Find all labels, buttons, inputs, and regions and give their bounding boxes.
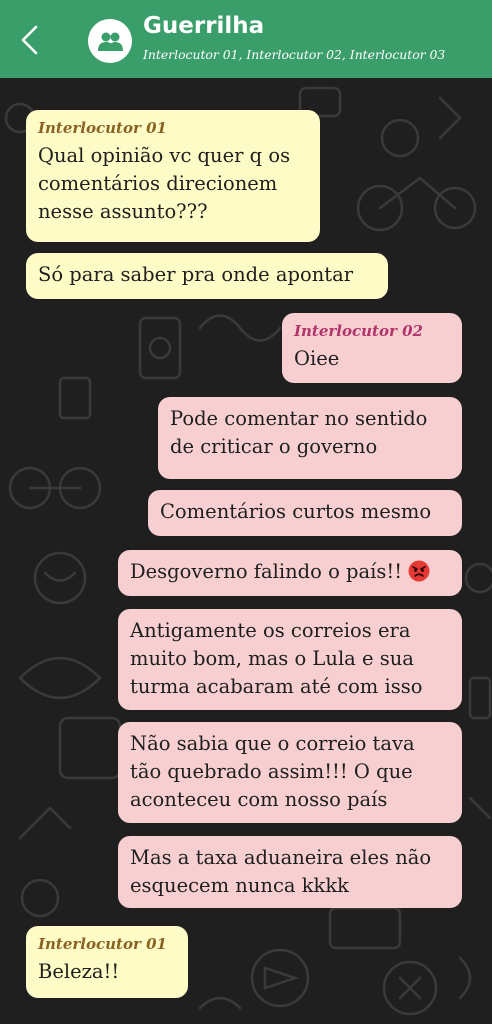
message-bubble[interactable]: Comentários curtos mesmo (148, 490, 462, 536)
back-arrow-icon[interactable] (18, 24, 42, 56)
message-bubble[interactable]: Só para saber pra onde apontar (26, 253, 388, 299)
message-text: Beleza!! (38, 960, 120, 983)
message-bubble[interactable]: Interlocutor 01 Qual opinião vc quer q o… (26, 110, 320, 242)
message-text: Oiee (294, 347, 340, 370)
message-sender: Interlocutor 01 (38, 119, 167, 137)
angry-face-emoji (408, 560, 430, 582)
message-sender: Interlocutor 02 (294, 322, 423, 340)
message-text: Comentários curtos mesmo (160, 500, 432, 523)
message-text: Desgoverno falindo o país!! (130, 560, 403, 583)
message-text: Qual opinião vc quer q os comentários di… (38, 144, 291, 223)
group-avatar[interactable] (88, 19, 132, 63)
message-bubble[interactable]: Interlocutor 02 Oiee (282, 313, 462, 383)
message-bubble[interactable]: Mas a taxa aduaneira eles não esquecem n… (118, 836, 462, 908)
message-bubble[interactable]: Desgoverno falindo o país!! (118, 550, 462, 596)
message-bubble[interactable]: Antigamente os correios era muito bom, m… (118, 609, 462, 710)
chat-header: Guerrilha Interlocutor 01, Interlocutor … (0, 0, 492, 78)
message-text: Antigamente os correios era muito bom, m… (130, 619, 423, 698)
group-participants[interactable]: Interlocutor 01, Interlocutor 02, Interl… (143, 47, 445, 62)
group-icon (98, 32, 123, 51)
group-title[interactable]: Guerrilha (143, 13, 264, 39)
message-text: Mas a taxa aduaneira eles não esquecem n… (130, 846, 432, 897)
message-sender: Interlocutor 01 (38, 935, 167, 953)
message-text: Não sabia que o correio tava tão quebrad… (130, 732, 415, 811)
message-text: Só para saber pra onde apontar (38, 263, 354, 286)
message-bubble[interactable]: Interlocutor 01 Beleza!! (26, 926, 188, 998)
message-bubble[interactable]: Não sabia que o correio tava tão quebrad… (118, 722, 462, 823)
message-bubble[interactable]: Pode comentar no sentido de criticar o g… (158, 397, 462, 479)
message-text: Pode comentar no sentido de criticar o g… (170, 407, 428, 458)
